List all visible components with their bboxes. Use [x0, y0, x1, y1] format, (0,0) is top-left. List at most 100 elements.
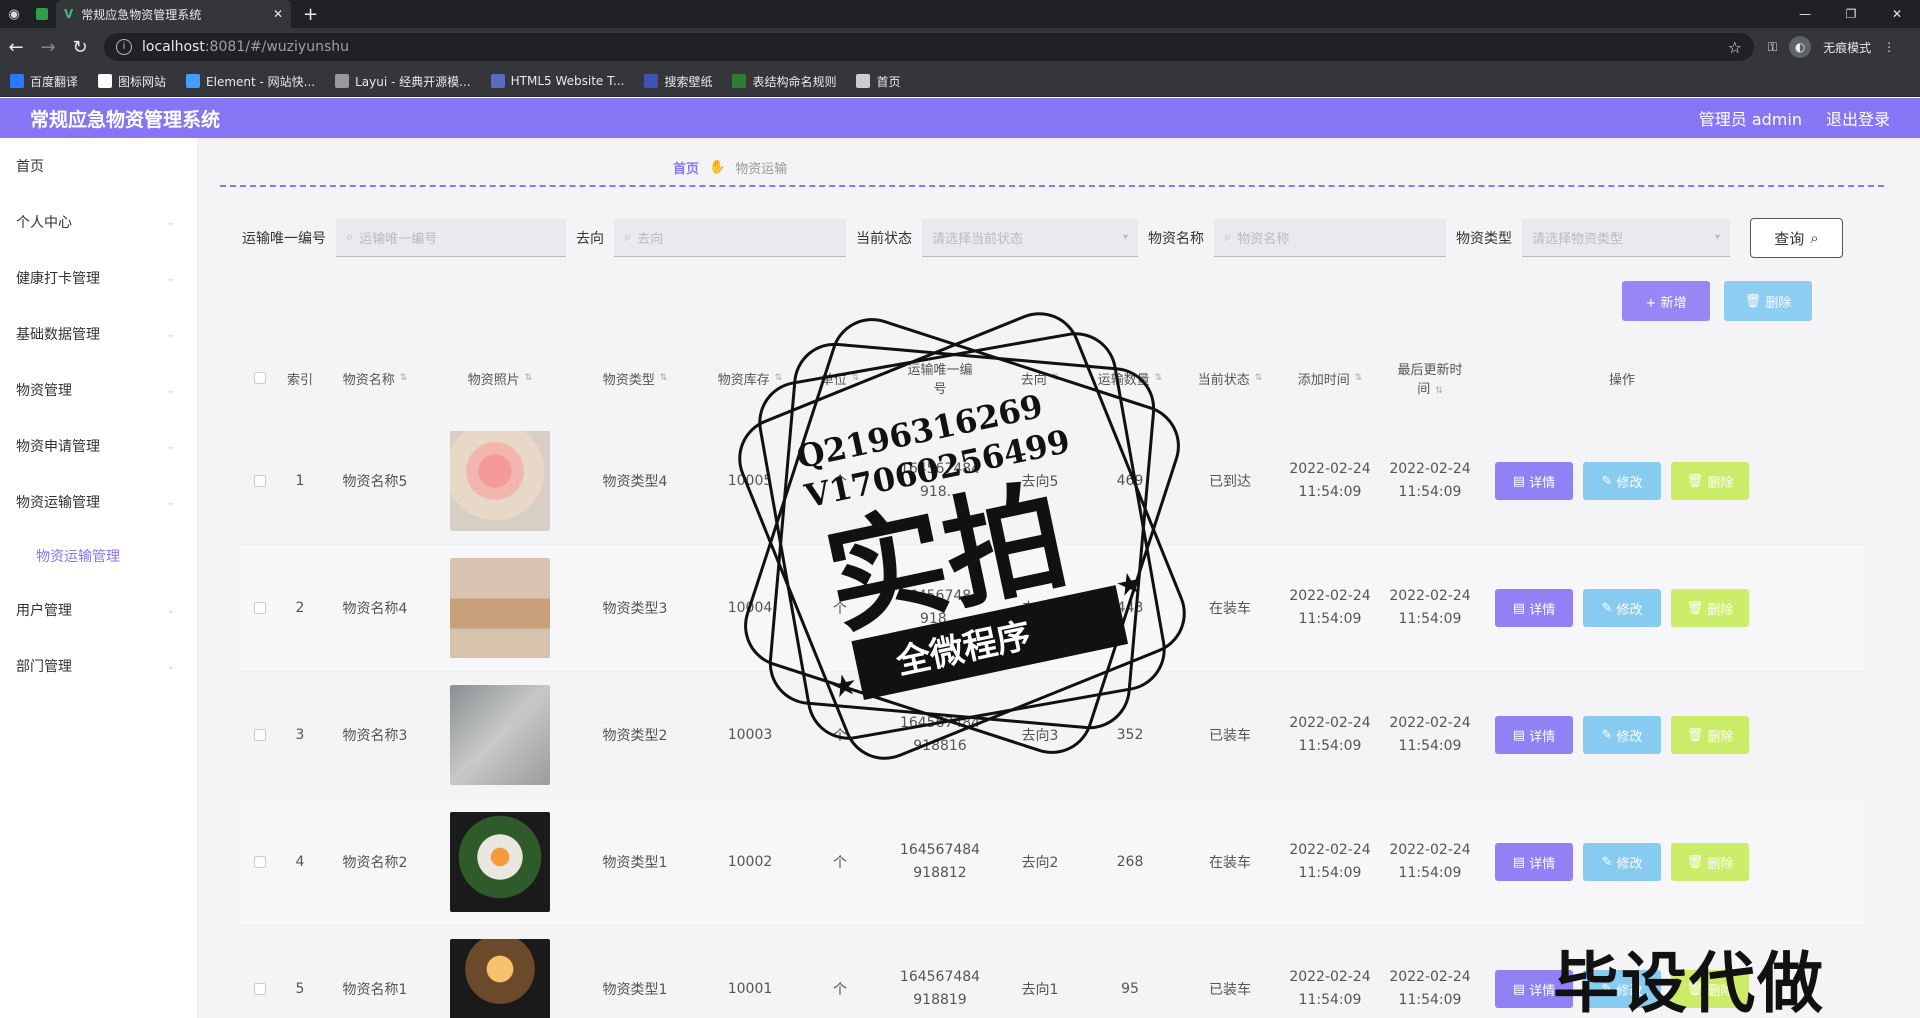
col-transport-no[interactable]: 运输唯一编号: [880, 359, 1000, 397]
col-stock[interactable]: 物资库存 ⇅: [700, 369, 800, 388]
sidebar-item[interactable]: 用户管理 ⌄: [0, 582, 197, 638]
col-name[interactable]: 物资名称 ⇅: [320, 369, 430, 388]
col-status[interactable]: 当前状态 ⇅: [1180, 369, 1280, 388]
bookmark-item[interactable]: 首页: [856, 73, 901, 90]
col-unit[interactable]: 单位 ⇅: [800, 369, 880, 388]
search-icon: ⌕: [1810, 229, 1819, 247]
sidebar-item[interactable]: 物资申请管理 ⌄: [0, 418, 197, 474]
url-input[interactable]: i localhost :8081/#/wuziyunshu ☆: [104, 33, 1754, 61]
sidebar-item[interactable]: 基础数据管理 ⌄: [0, 306, 197, 362]
cell-select: [240, 729, 280, 741]
sidebar-item[interactable]: 个人中心 ⌄: [0, 194, 197, 250]
green-tab-icon[interactable]: [28, 0, 56, 28]
query-button[interactable]: 查询 ⌕: [1750, 218, 1843, 258]
row-checkbox[interactable]: [254, 475, 266, 487]
cell-transport-no: 164567484 918812: [880, 839, 1000, 885]
material-photo[interactable]: [450, 431, 550, 531]
delete-button[interactable]: 🗑 删除: [1671, 462, 1749, 500]
sidebar-item[interactable]: 部门管理 ⌄: [0, 638, 197, 694]
sidebar-item[interactable]: 物资运输管理 ⌄: [0, 474, 197, 530]
transport-no-input[interactable]: ⌕ 运输唯一编号: [336, 219, 566, 257]
chevron-down-icon: ⌄: [166, 272, 175, 284]
bookmark-item[interactable]: 表结构命名规则: [732, 73, 836, 90]
globe-tab-icon[interactable]: ◉: [0, 0, 28, 28]
row-index: 3: [295, 727, 305, 743]
minimize-icon[interactable]: —: [1782, 0, 1828, 28]
row-added-time: 11:54:09: [1298, 865, 1362, 881]
material-type-select[interactable]: 请选择物资类型 ▾: [1522, 219, 1730, 257]
row-unit: 个: [833, 474, 847, 490]
cell-stock: 10004: [700, 600, 800, 616]
sidebar-item[interactable]: 健康打卡管理 ⌄: [0, 250, 197, 306]
new-tab-icon[interactable]: +: [303, 4, 318, 25]
row-unit: 个: [833, 728, 847, 744]
material-name-input[interactable]: ⌕ 物资名称: [1214, 219, 1446, 257]
material-photo[interactable]: [450, 812, 550, 912]
material-photo[interactable]: [450, 939, 550, 1018]
delete-button[interactable]: 🗑 删除: [1671, 716, 1749, 754]
sidebar-subitem-transport[interactable]: 物资运输管理: [0, 530, 197, 582]
add-button[interactable]: + 新增: [1622, 281, 1710, 321]
bookmark-star-icon[interactable]: ☆: [1728, 38, 1742, 57]
edit-button[interactable]: ✎ 修改: [1583, 589, 1661, 627]
logout-link[interactable]: 退出登录: [1826, 106, 1890, 130]
menu-dots-icon[interactable]: ⋮: [1883, 40, 1895, 54]
col-type[interactable]: 物资类型 ⇅: [570, 369, 700, 388]
row-checkbox[interactable]: [254, 729, 266, 741]
breadcrumb-home[interactable]: 首页: [673, 158, 699, 177]
key-icon[interactable]: ⚿: [1768, 40, 1777, 55]
address-bar: ← → ↻ i localhost :8081/#/wuziyunshu ☆ ⚿…: [0, 28, 1920, 66]
incognito-icon[interactable]: ◐: [1789, 36, 1812, 58]
bookmark-favicon-icon: [856, 74, 871, 88]
detail-button[interactable]: ▤ 详情: [1495, 716, 1573, 754]
cell-select: [240, 983, 280, 995]
close-window-icon[interactable]: ✕: [1874, 0, 1920, 28]
row-transport-no-2: 918...: [919, 611, 961, 627]
cell-status: 在装车: [1180, 852, 1280, 872]
col-added[interactable]: 添加时间 ⇅: [1280, 369, 1380, 388]
edit-button[interactable]: ✎ 修改: [1583, 843, 1661, 881]
col-qty[interactable]: 运输数量 ⇅: [1080, 369, 1180, 388]
delete-button[interactable]: 🗑 删除: [1671, 589, 1749, 627]
col-photo[interactable]: 物资照片 ⇅: [430, 369, 570, 388]
detail-button[interactable]: ▤ 详情: [1495, 589, 1573, 627]
cell-ops: ▤ 详情 ✎ 修改 🗑 删除: [1480, 462, 1764, 500]
row-checkbox[interactable]: [254, 983, 266, 995]
reload-icon[interactable]: ↻: [64, 37, 96, 58]
bookmark-item[interactable]: Layui - 经典开源模...: [335, 73, 471, 90]
select-all-checkbox[interactable]: [254, 372, 266, 384]
bookmark-item[interactable]: 搜索壁纸: [644, 73, 712, 90]
forward-icon[interactable]: →: [32, 37, 64, 58]
back-icon[interactable]: ←: [0, 37, 32, 58]
delete-button[interactable]: 🗑 删除: [1671, 843, 1749, 881]
detail-button[interactable]: ▤ 详情: [1495, 462, 1573, 500]
batch-delete-button[interactable]: 🗑 删除: [1724, 281, 1812, 321]
doc-icon: ▤: [1512, 600, 1530, 616]
detail-button[interactable]: ▤ 详情: [1495, 843, 1573, 881]
bookmark-item[interactable]: 图标网站: [98, 73, 166, 90]
edit-button[interactable]: ✎ 修改: [1583, 716, 1661, 754]
row-checkbox[interactable]: [254, 856, 266, 868]
col-updated[interactable]: 最后更新时间 ⇅: [1380, 359, 1480, 397]
status-select[interactable]: 请选择当前状态 ▾: [922, 219, 1138, 257]
sidebar-item-label: 部门管理: [16, 659, 72, 675]
material-photo[interactable]: [450, 558, 550, 658]
bookmark-item[interactable]: Element - 网站快...: [186, 73, 315, 90]
row-checkbox[interactable]: [254, 602, 266, 614]
cell-ops: ▤ 详情 ✎ 修改 🗑 删除: [1480, 589, 1764, 627]
active-tab[interactable]: V 常规应急物资管理系统 ✕: [56, 0, 291, 28]
bookmark-item[interactable]: 百度翻译: [10, 73, 78, 90]
material-photo[interactable]: [450, 685, 550, 785]
bookmark-item[interactable]: HTML5 Website T...: [490, 74, 624, 88]
close-tab-icon[interactable]: ✕: [273, 7, 283, 21]
col-dest[interactable]: 去向 ⇅: [1000, 369, 1080, 388]
restore-icon[interactable]: ❐: [1828, 0, 1874, 28]
destination-input[interactable]: ⌕ 去向: [614, 219, 846, 257]
sidebar-item[interactable]: 物资管理 ⌄: [0, 362, 197, 418]
edit-button[interactable]: ✎ 修改: [1583, 462, 1661, 500]
sidebar-item[interactable]: 首页: [0, 138, 197, 194]
cell-added: 2022-02-24 11:54:09: [1280, 839, 1380, 885]
cell-added: 2022-02-24 11:54:09: [1280, 585, 1380, 631]
sort-icon: ⇅: [659, 373, 668, 383]
info-icon[interactable]: i: [116, 39, 132, 55]
